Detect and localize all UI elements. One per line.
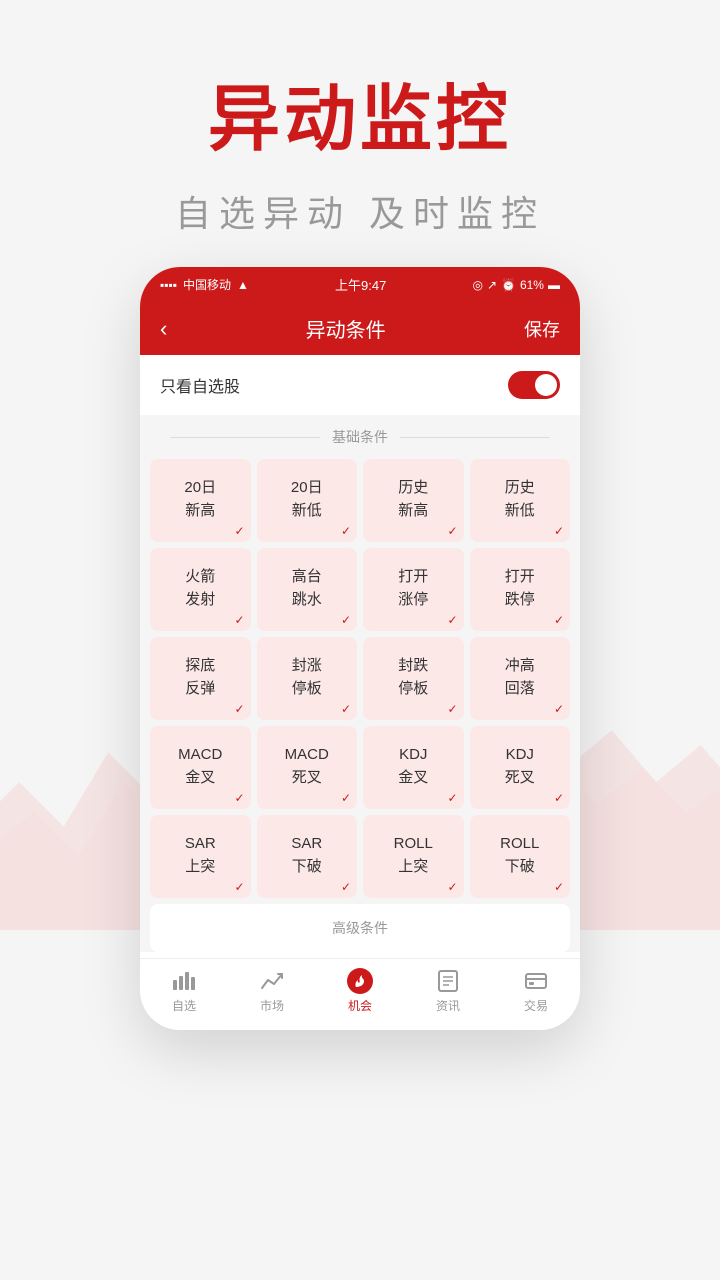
condition-text-4-2: ROLL 上突 bbox=[394, 833, 433, 878]
condition-item-2-3[interactable]: 冲高 回落 bbox=[470, 637, 571, 720]
back-button[interactable]: ‹ bbox=[160, 316, 167, 342]
save-button[interactable]: 保存 bbox=[524, 316, 560, 342]
alarm-icon: ⏰ bbox=[501, 278, 516, 292]
phone-wrapper: ▪▪▪▪ 中国移动 ▲ 上午9:47 ◎ ↗ ⏰ 61% ▬ ‹ 异动条件 保存… bbox=[0, 267, 720, 1030]
trade-icon bbox=[522, 969, 550, 993]
toggle-switch[interactable] bbox=[508, 371, 560, 399]
watchlist-toggle-row: 只看自选股 bbox=[140, 355, 580, 415]
condition-item-1-3[interactable]: 打开 跌停 bbox=[470, 548, 571, 631]
toggle-label: 只看自选股 bbox=[160, 373, 240, 397]
condition-item-0-0[interactable]: 20日 新高 bbox=[150, 459, 251, 542]
grid-row-0: 20日 新高 20日 新低 历史 新高 历史 新低 bbox=[140, 459, 580, 542]
status-bar: ▪▪▪▪ 中国移动 ▲ 上午9:47 ◎ ↗ ⏰ 61% ▬ bbox=[140, 267, 580, 302]
tab-label-0: 自选 bbox=[172, 997, 196, 1014]
nav-bar: ‹ 异动条件 保存 bbox=[140, 302, 580, 355]
condition-item-3-0[interactable]: MACD 金叉 bbox=[150, 726, 251, 809]
condition-item-3-1[interactable]: MACD 死叉 bbox=[257, 726, 358, 809]
content-area: 只看自选股 基础条件 20日 新高 20日 新低 历史 新高 历史 新低火箭 发射 高台… bbox=[140, 355, 580, 952]
condition-text-2-1: 封涨 停板 bbox=[292, 655, 322, 700]
tab-item-market-icon[interactable]: 市场 bbox=[228, 969, 316, 1014]
condition-item-0-1[interactable]: 20日 新低 bbox=[257, 459, 358, 542]
conditions-grid-container: 20日 新高 20日 新低 历史 新高 历史 新低火箭 发射 高台 跳水 打开 涨停 打开 … bbox=[140, 459, 580, 898]
advanced-label: 高级条件 bbox=[332, 920, 388, 936]
tab-item-trade-icon[interactable]: 交易 bbox=[492, 969, 580, 1014]
basic-section-divider: 基础条件 bbox=[140, 415, 580, 459]
news-icon bbox=[434, 969, 462, 993]
condition-item-3-2[interactable]: KDJ 金叉 bbox=[363, 726, 464, 809]
condition-item-3-3[interactable]: KDJ 死叉 bbox=[470, 726, 571, 809]
condition-text-3-1: MACD 死叉 bbox=[285, 744, 329, 789]
advanced-section: 高级条件 bbox=[150, 904, 570, 952]
grid-row-4: SAR 上突 SAR 下破 ROLL 上突 ROLL 下破 bbox=[140, 815, 580, 898]
basic-section-label: 基础条件 bbox=[320, 429, 400, 445]
signal-bars: ▪▪▪▪ bbox=[160, 278, 177, 292]
condition-text-0-2: 历史 新高 bbox=[398, 477, 428, 522]
condition-text-0-0: 20日 新高 bbox=[184, 477, 216, 522]
grid-row-1: 火箭 发射 高台 跳水 打开 涨停 打开 跌停 bbox=[140, 548, 580, 631]
tab-item-opportunity-icon[interactable]: 机会 bbox=[316, 969, 404, 1014]
status-left: ▪▪▪▪ 中国移动 ▲ bbox=[160, 276, 249, 293]
status-right: ◎ ↗ ⏰ 61% ▬ bbox=[472, 278, 560, 292]
condition-text-0-3: 历史 新低 bbox=[505, 477, 535, 522]
condition-text-0-1: 20日 新低 bbox=[291, 477, 323, 522]
condition-text-3-2: KDJ 金叉 bbox=[398, 744, 428, 789]
tab-label-1: 市场 bbox=[260, 997, 284, 1014]
status-time: 上午9:47 bbox=[335, 275, 386, 294]
tab-label-2: 机会 bbox=[348, 997, 372, 1014]
phone-mockup: ▪▪▪▪ 中国移动 ▲ 上午9:47 ◎ ↗ ⏰ 61% ▬ ‹ 异动条件 保存… bbox=[140, 267, 580, 1030]
condition-text-3-0: MACD 金叉 bbox=[178, 744, 222, 789]
condition-item-1-0[interactable]: 火箭 发射 bbox=[150, 548, 251, 631]
condition-text-2-3: 冲高 回落 bbox=[505, 655, 535, 700]
condition-item-4-3[interactable]: ROLL 下破 bbox=[470, 815, 571, 898]
condition-item-0-2[interactable]: 历史 新高 bbox=[363, 459, 464, 542]
condition-text-2-2: 封跌 停板 bbox=[398, 655, 428, 700]
condition-item-1-1[interactable]: 高台 跳水 bbox=[257, 548, 358, 631]
condition-item-2-0[interactable]: 探底 反弹 bbox=[150, 637, 251, 720]
location-icon: ◎ bbox=[472, 278, 482, 292]
condition-text-1-3: 打开 跌停 bbox=[505, 566, 535, 611]
tab-label-3: 资讯 bbox=[436, 997, 460, 1014]
condition-item-1-2[interactable]: 打开 涨停 bbox=[363, 548, 464, 631]
hero-title: 异动监控 bbox=[20, 60, 700, 165]
battery-icon: ▬ bbox=[548, 278, 560, 292]
condition-text-4-3: ROLL 下破 bbox=[500, 833, 539, 878]
carrier-name: 中国移动 bbox=[183, 276, 231, 293]
condition-item-4-2[interactable]: ROLL 上突 bbox=[363, 815, 464, 898]
condition-item-2-2[interactable]: 封跌 停板 bbox=[363, 637, 464, 720]
condition-text-3-3: KDJ 死叉 bbox=[505, 744, 535, 789]
condition-text-1-2: 打开 涨停 bbox=[398, 566, 428, 611]
tab-item-news-icon[interactable]: 资讯 bbox=[404, 969, 492, 1014]
condition-item-0-3[interactable]: 历史 新低 bbox=[470, 459, 571, 542]
tab-label-4: 交易 bbox=[524, 997, 548, 1014]
condition-text-1-0: 火箭 发射 bbox=[185, 566, 215, 611]
battery-level: 61% bbox=[520, 278, 544, 292]
condition-text-2-0: 探底 反弹 bbox=[185, 655, 215, 700]
condition-item-4-0[interactable]: SAR 上突 bbox=[150, 815, 251, 898]
watchlist-icon bbox=[170, 969, 198, 993]
arrow-icon: ↗ bbox=[487, 278, 497, 292]
condition-item-4-1[interactable]: SAR 下破 bbox=[257, 815, 358, 898]
nav-title: 异动条件 bbox=[306, 314, 386, 343]
tab-item-watchlist-icon[interactable]: 自选 bbox=[140, 969, 228, 1014]
condition-text-4-0: SAR 上突 bbox=[185, 833, 216, 878]
grid-row-2: 探底 反弹 封涨 停板 封跌 停板 冲高 回落 bbox=[140, 637, 580, 720]
hero-subtitle: 自选异动 及时监控 bbox=[20, 185, 700, 237]
tab-bar: 自选 市场 机会 资讯 交易 bbox=[140, 958, 580, 1030]
condition-text-4-1: SAR 下破 bbox=[291, 833, 322, 878]
opportunity-icon bbox=[346, 969, 374, 993]
wifi-icon: ▲ bbox=[237, 278, 249, 292]
condition-item-2-1[interactable]: 封涨 停板 bbox=[257, 637, 358, 720]
market-icon bbox=[258, 969, 286, 993]
grid-row-3: MACD 金叉 MACD 死叉 KDJ 金叉 KDJ 死叉 bbox=[140, 726, 580, 809]
hero-section: 异动监控 自选异动 及时监控 bbox=[0, 0, 720, 267]
condition-text-1-1: 高台 跳水 bbox=[292, 566, 322, 611]
